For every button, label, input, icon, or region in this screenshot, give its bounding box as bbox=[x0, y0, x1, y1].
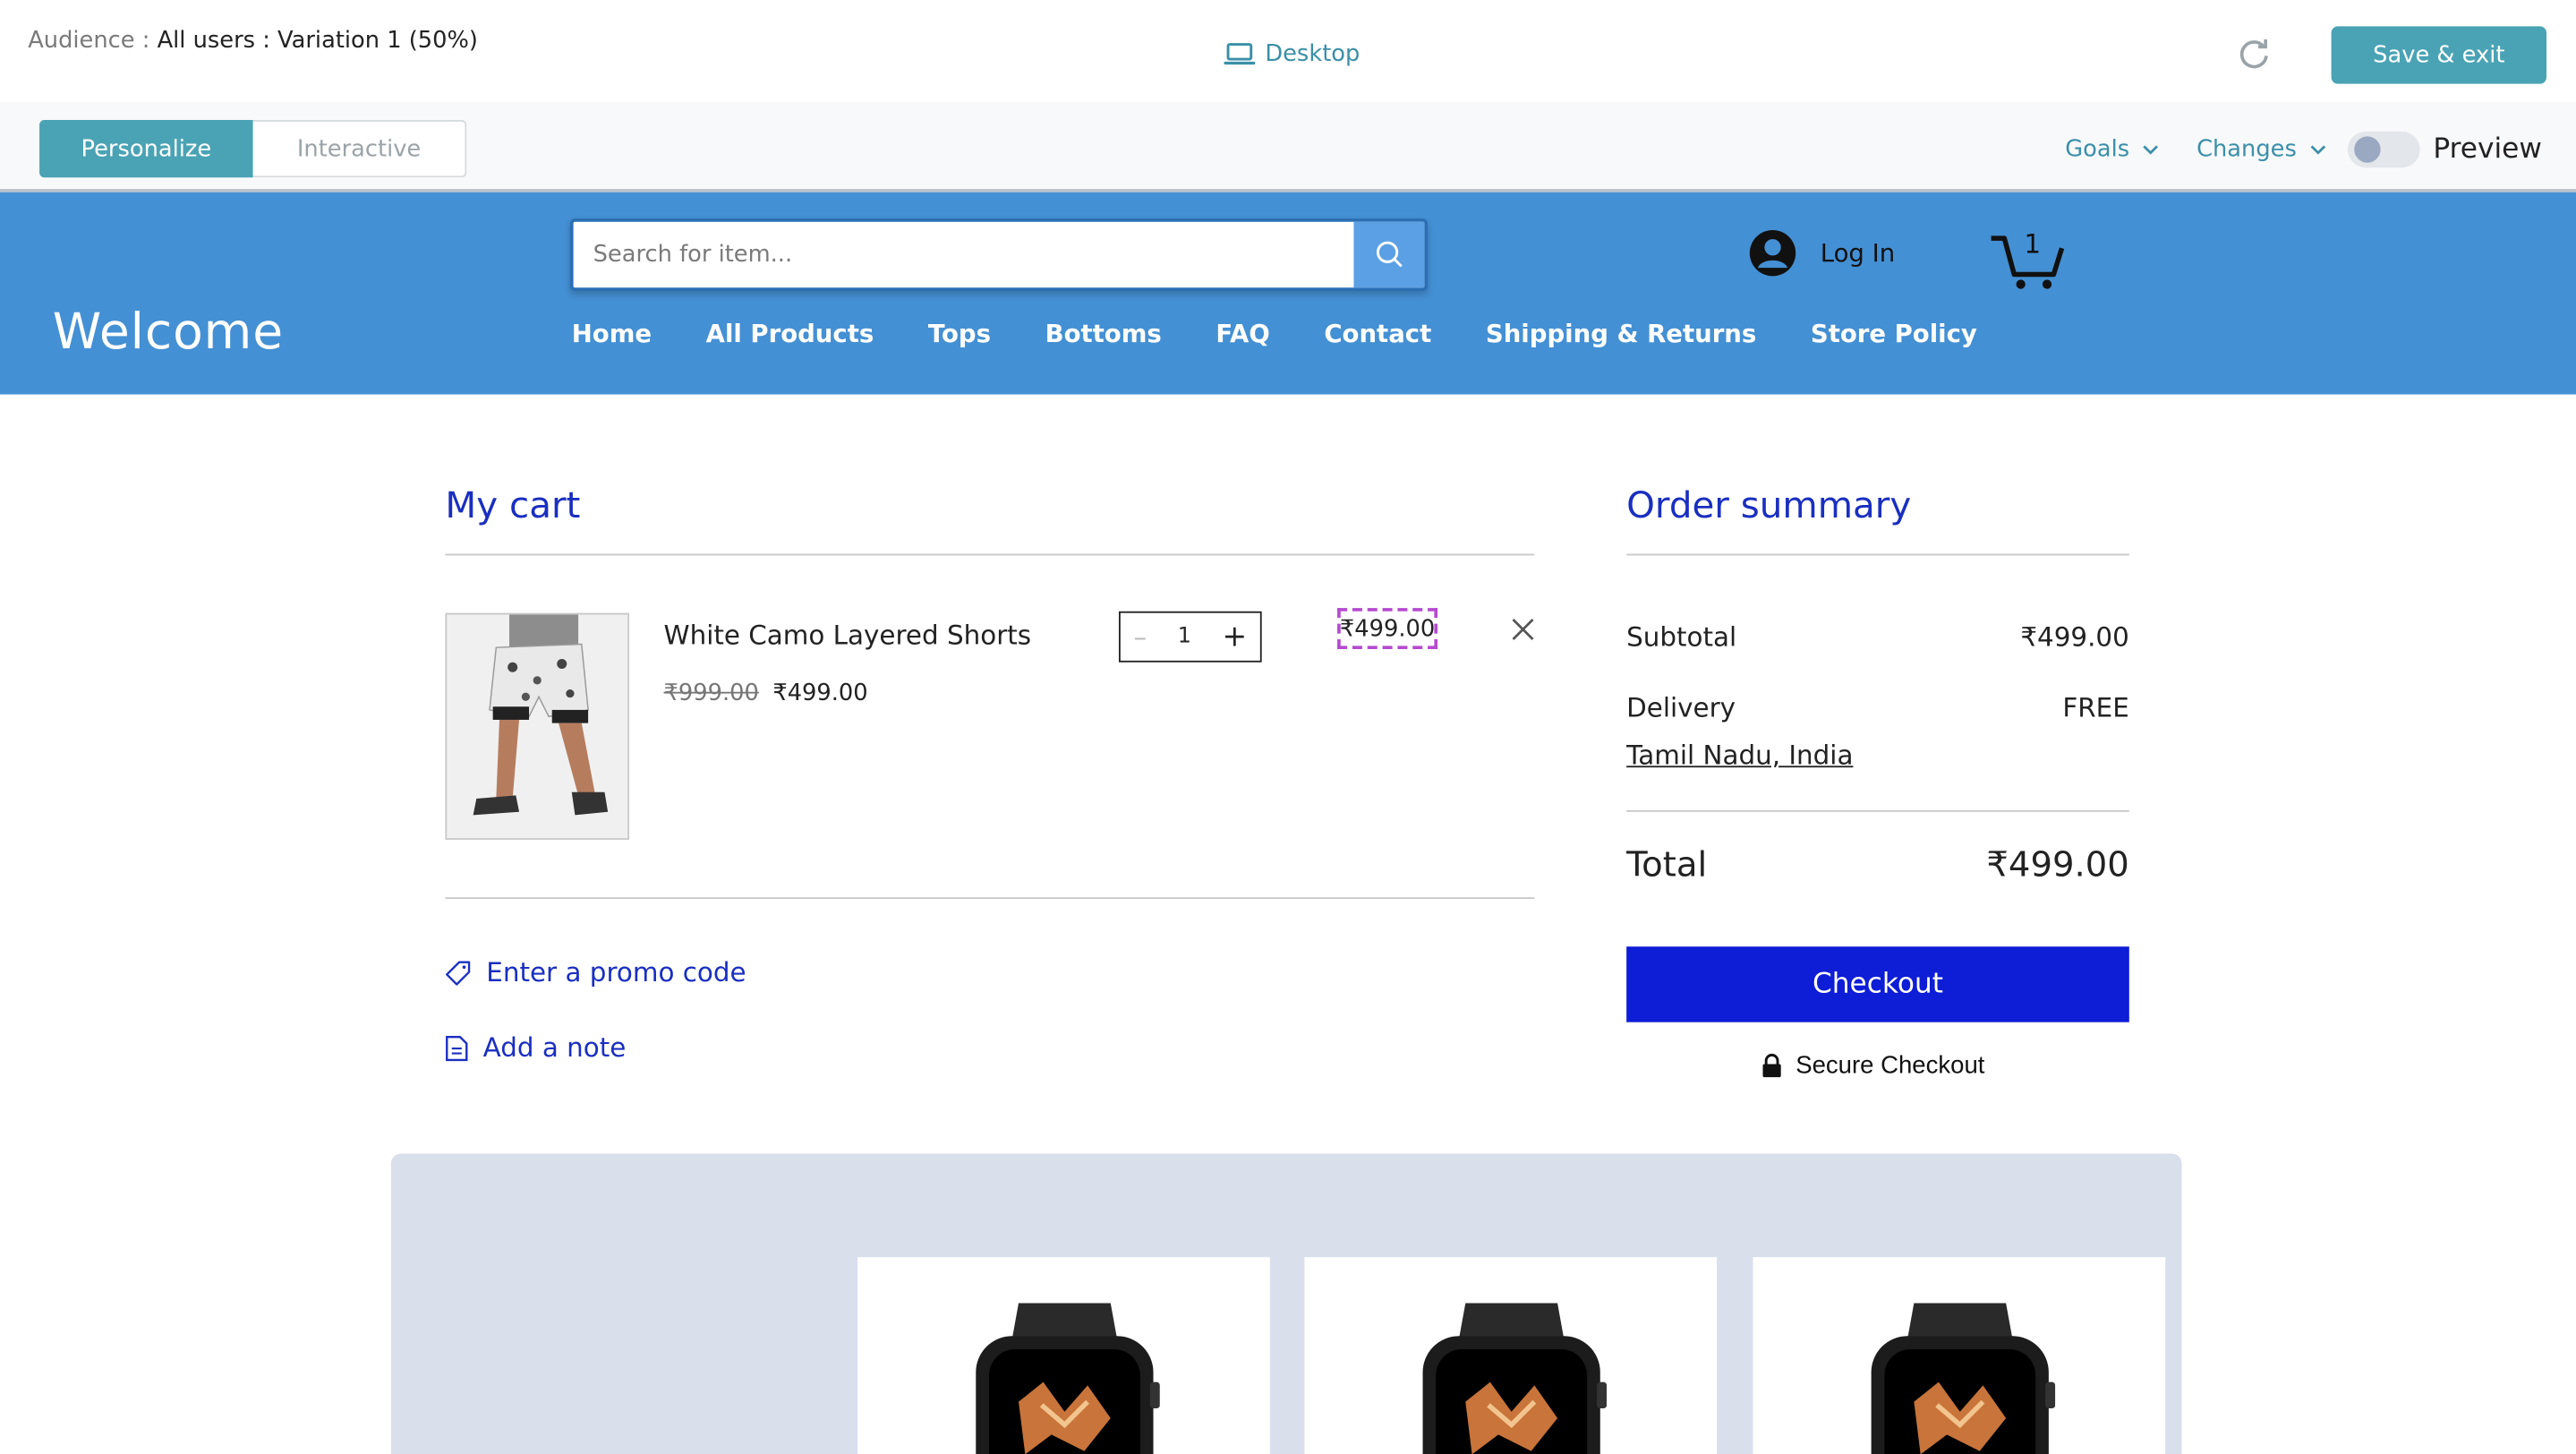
search-bar bbox=[569, 218, 1429, 291]
quantity-value[interactable]: 1 bbox=[1178, 624, 1191, 649]
editor-mode-bar: Personalize Interactive Goals Changes Pr… bbox=[0, 101, 2576, 192]
smartwatch-image bbox=[976, 1303, 1160, 1454]
delivery-region-link[interactable]: Tamil Nadu, India bbox=[1626, 740, 1853, 771]
site-nav: Home All Products Tops Bottoms FAQ Conta… bbox=[572, 319, 2032, 348]
chevron-down-icon bbox=[2310, 145, 2326, 155]
order-summary-title: Order summary bbox=[1626, 486, 1912, 528]
delivery-row: Delivery FREE bbox=[1626, 692, 2129, 723]
search-icon bbox=[1376, 241, 1402, 268]
search-button[interactable] bbox=[1353, 221, 1425, 288]
product-name[interactable]: White Camo Layered Shorts bbox=[664, 620, 1032, 651]
product-card[interactable] bbox=[1304, 1257, 1718, 1454]
original-price: ₹999.00 bbox=[663, 680, 759, 707]
delivery-label: Delivery bbox=[1626, 691, 1736, 723]
laptop-icon bbox=[1224, 43, 1256, 65]
secure-checkout-label: Secure Checkout bbox=[1796, 1051, 1985, 1080]
tab-personalize[interactable]: Personalize bbox=[39, 119, 253, 178]
audience-value: All users : Variation 1 (50%) bbox=[157, 28, 478, 55]
site-header: Welcome Log In 1 Home All Pro bbox=[0, 192, 2576, 395]
user-avatar-icon bbox=[1749, 229, 1796, 277]
preview-toggle[interactable] bbox=[2347, 131, 2420, 168]
nav-all-products[interactable]: All Products bbox=[706, 319, 874, 348]
goals-dropdown[interactable]: Goals bbox=[2065, 136, 2159, 163]
product-card[interactable] bbox=[857, 1257, 1270, 1454]
add-note-link[interactable]: Add a note bbox=[445, 1032, 626, 1064]
audience-label: Audience : bbox=[28, 28, 150, 55]
preview-label: Preview bbox=[2433, 133, 2542, 167]
smartwatch-image bbox=[1871, 1303, 2056, 1454]
lock-icon bbox=[1762, 1053, 1781, 1078]
nav-faq[interactable]: FAQ bbox=[1215, 319, 1269, 348]
nav-home[interactable]: Home bbox=[572, 319, 652, 348]
note-icon bbox=[446, 1035, 468, 1061]
changes-label: Changes bbox=[2196, 136, 2297, 163]
quantity-stepper: – 1 + bbox=[1118, 611, 1262, 663]
cart-button[interactable]: 1 bbox=[1988, 225, 2067, 290]
promo-code-link[interactable]: Enter a promo code bbox=[445, 956, 746, 988]
total-label: Total bbox=[1626, 844, 1708, 885]
nav-contact[interactable]: Contact bbox=[1324, 319, 1431, 348]
sale-price: ₹499.00 bbox=[772, 680, 868, 707]
login-label: Log In bbox=[1820, 238, 1896, 269]
login-link[interactable]: Log In bbox=[1748, 228, 1895, 278]
subtotal-row: Subtotal ₹499.00 bbox=[1626, 621, 2129, 653]
device-selector[interactable]: Desktop bbox=[1224, 41, 1360, 67]
tag-icon bbox=[446, 960, 471, 985]
decrease-quantity-button[interactable]: – bbox=[1133, 621, 1147, 653]
divider bbox=[1626, 809, 2129, 812]
nav-tops[interactable]: Tops bbox=[928, 319, 991, 348]
product-price: ₹999.00 ₹499.00 bbox=[664, 680, 868, 706]
subtotal-value: ₹499.00 bbox=[2020, 620, 2129, 653]
nav-bottoms[interactable]: Bottoms bbox=[1045, 319, 1162, 348]
divider bbox=[1626, 553, 2129, 556]
subtotal-label: Subtotal bbox=[1626, 620, 1737, 653]
cart-title: My cart bbox=[445, 486, 581, 528]
increase-quantity-button[interactable]: + bbox=[1222, 620, 1247, 654]
goals-label: Goals bbox=[2065, 136, 2130, 163]
product-card[interactable] bbox=[1753, 1257, 2166, 1454]
divider bbox=[445, 553, 1535, 556]
promo-code-label: Enter a promo code bbox=[486, 956, 746, 988]
tab-interactive[interactable]: Interactive bbox=[252, 119, 467, 178]
editor-top-bar: Audience : All users : Variation 1 (50%)… bbox=[0, 0, 2576, 102]
nav-store-policy[interactable]: Store Policy bbox=[1811, 319, 1977, 348]
search-input[interactable] bbox=[573, 221, 1354, 288]
toggle-knob bbox=[2354, 136, 2381, 163]
add-note-label: Add a note bbox=[482, 1031, 627, 1064]
refresh-icon[interactable] bbox=[2236, 36, 2272, 72]
product-image[interactable] bbox=[445, 612, 629, 840]
line-total[interactable]: ₹499.00 bbox=[1337, 608, 1438, 650]
total-row: Total ₹499.00 bbox=[1626, 844, 2129, 884]
changes-dropdown[interactable]: Changes bbox=[2196, 136, 2326, 163]
save-exit-button[interactable]: Save & exit bbox=[2331, 26, 2547, 84]
mode-tabs: Personalize Interactive bbox=[39, 119, 467, 178]
nav-shipping-returns[interactable]: Shipping & Returns bbox=[1486, 319, 1756, 348]
divider bbox=[445, 897, 1535, 900]
close-icon[interactable] bbox=[1508, 614, 1538, 644]
site-brand[interactable]: Welcome bbox=[53, 304, 284, 362]
chevron-down-icon bbox=[2143, 145, 2159, 155]
product-photo bbox=[447, 614, 628, 839]
smartwatch-image bbox=[1422, 1303, 1608, 1454]
checkout-button[interactable]: Checkout bbox=[1626, 946, 2129, 1022]
cart-count: 1 bbox=[2024, 228, 2042, 261]
delivery-value: FREE bbox=[2062, 691, 2129, 723]
audience-info: Audience : All users : Variation 1 (50%) bbox=[28, 28, 478, 54]
device-label: Desktop bbox=[1265, 40, 1361, 68]
secure-checkout-notice: Secure Checkout bbox=[1761, 1051, 1985, 1080]
page-root: Audience : All users : Variation 1 (50%)… bbox=[0, 0, 2576, 1454]
total-value: ₹499.00 bbox=[1986, 844, 2129, 885]
